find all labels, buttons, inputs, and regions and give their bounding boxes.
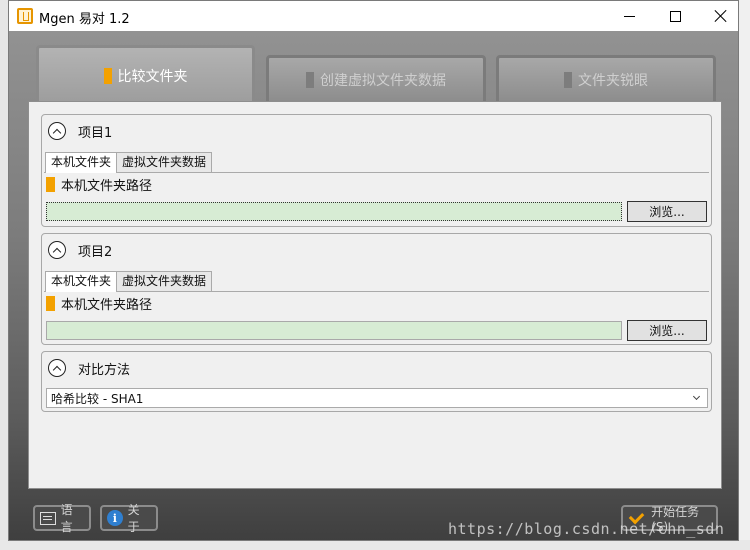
language-button[interactable]: 语言 — [33, 503, 91, 534]
desktop-background-left — [0, 0, 8, 550]
compare-folders-panel: 项目1 本机文件夹 虚拟文件夹数据 本机文件夹路径 浏览... 项目2 本机文件… — [28, 101, 722, 489]
project-1-group: 项目1 本机文件夹 虚拟文件夹数据 本机文件夹路径 浏览... — [41, 114, 712, 227]
app-icon — [17, 8, 33, 24]
tab-marker — [103, 67, 112, 84]
compare-method-group: 对比方法 哈希比较 - SHA1 — [41, 351, 712, 412]
group-header: 对比方法 — [48, 358, 130, 378]
tab-folder-sharp-eye[interactable]: 文件夹锐眼 — [496, 55, 716, 101]
tab-marker — [306, 71, 314, 88]
tab-label: 创建虚拟文件夹数据 — [320, 72, 446, 89]
about-button[interactable]: i 关于 — [100, 503, 158, 534]
info-icon: i — [107, 510, 123, 526]
path-label: 本机文件夹路径 — [61, 297, 153, 313]
chevron-down-icon — [692, 392, 701, 401]
watermark: https://blog.csdn.net/chn_sdn — [448, 520, 725, 538]
language-icon — [40, 511, 56, 525]
compare-method-select[interactable]: 哈希比较 - SHA1 — [46, 388, 708, 408]
app-window: Mgen 易对 1.2 比较文件夹 创建虚拟文件夹数据 文件夹锐眼 项目1 本机… — [8, 0, 739, 541]
path-label-row: 本机文件夹路径 — [46, 295, 153, 313]
minimize-button[interactable] — [606, 1, 652, 31]
collapse-button[interactable] — [48, 359, 66, 377]
tab-compare-folders[interactable]: 比较文件夹 — [36, 45, 255, 103]
group-title: 项目2 — [78, 244, 113, 260]
tab-divider — [44, 172, 709, 173]
source-tabs: 本机文件夹 虚拟文件夹数据 — [45, 271, 213, 292]
tab-virtual-folder-data[interactable]: 虚拟文件夹数据 — [116, 152, 213, 172]
language-label: 语言 — [60, 503, 73, 534]
desktop-background-right — [738, 0, 750, 550]
selected-value: 哈希比较 - SHA1 — [51, 391, 144, 406]
label-marker — [46, 295, 55, 311]
minimize-icon — [623, 15, 635, 17]
maximize-button[interactable] — [652, 1, 698, 31]
chevron-up-icon — [52, 128, 62, 137]
folder-path-input[interactable] — [46, 321, 622, 340]
group-header: 项目1 — [48, 121, 112, 141]
group-header: 项目2 — [48, 240, 112, 260]
path-label-row: 本机文件夹路径 — [46, 176, 153, 194]
tab-local-folder[interactable]: 本机文件夹 — [45, 152, 118, 173]
tab-marker — [564, 71, 572, 88]
group-title: 对比方法 — [78, 362, 131, 378]
folder-path-input[interactable] — [46, 202, 622, 221]
tab-label: 文件夹锐眼 — [578, 72, 648, 89]
collapse-button[interactable] — [48, 122, 66, 140]
chevron-up-icon — [52, 365, 62, 374]
title-bar[interactable]: Mgen 易对 1.2 — [9, 1, 738, 31]
browse-button[interactable]: 浏览... — [627, 320, 707, 341]
group-title: 项目1 — [78, 125, 113, 141]
browse-button[interactable]: 浏览... — [627, 201, 707, 222]
close-icon — [714, 9, 728, 23]
client-area: 比较文件夹 创建虚拟文件夹数据 文件夹锐眼 项目1 本机文件夹 虚拟文件夹数据 … — [9, 31, 738, 540]
tab-virtual-folder-data[interactable]: 虚拟文件夹数据 — [116, 271, 213, 291]
tab-local-folder[interactable]: 本机文件夹 — [45, 271, 118, 292]
source-tabs: 本机文件夹 虚拟文件夹数据 — [45, 152, 213, 173]
label-marker — [46, 176, 55, 192]
path-label: 本机文件夹路径 — [61, 178, 153, 194]
tab-label: 比较文件夹 — [117, 68, 188, 85]
project-2-group: 项目2 本机文件夹 虚拟文件夹数据 本机文件夹路径 浏览... — [41, 233, 712, 345]
tab-create-virtual-folder-data[interactable]: 创建虚拟文件夹数据 — [266, 55, 486, 101]
about-label: 关于 — [127, 503, 140, 534]
window-title: Mgen 易对 1.2 — [39, 12, 130, 27]
maximize-icon — [669, 10, 681, 22]
tab-divider — [44, 291, 709, 292]
desktop-background-bottom — [0, 540, 750, 550]
chevron-up-icon — [52, 247, 62, 256]
collapse-button[interactable] — [48, 241, 66, 259]
close-button[interactable] — [698, 1, 738, 31]
